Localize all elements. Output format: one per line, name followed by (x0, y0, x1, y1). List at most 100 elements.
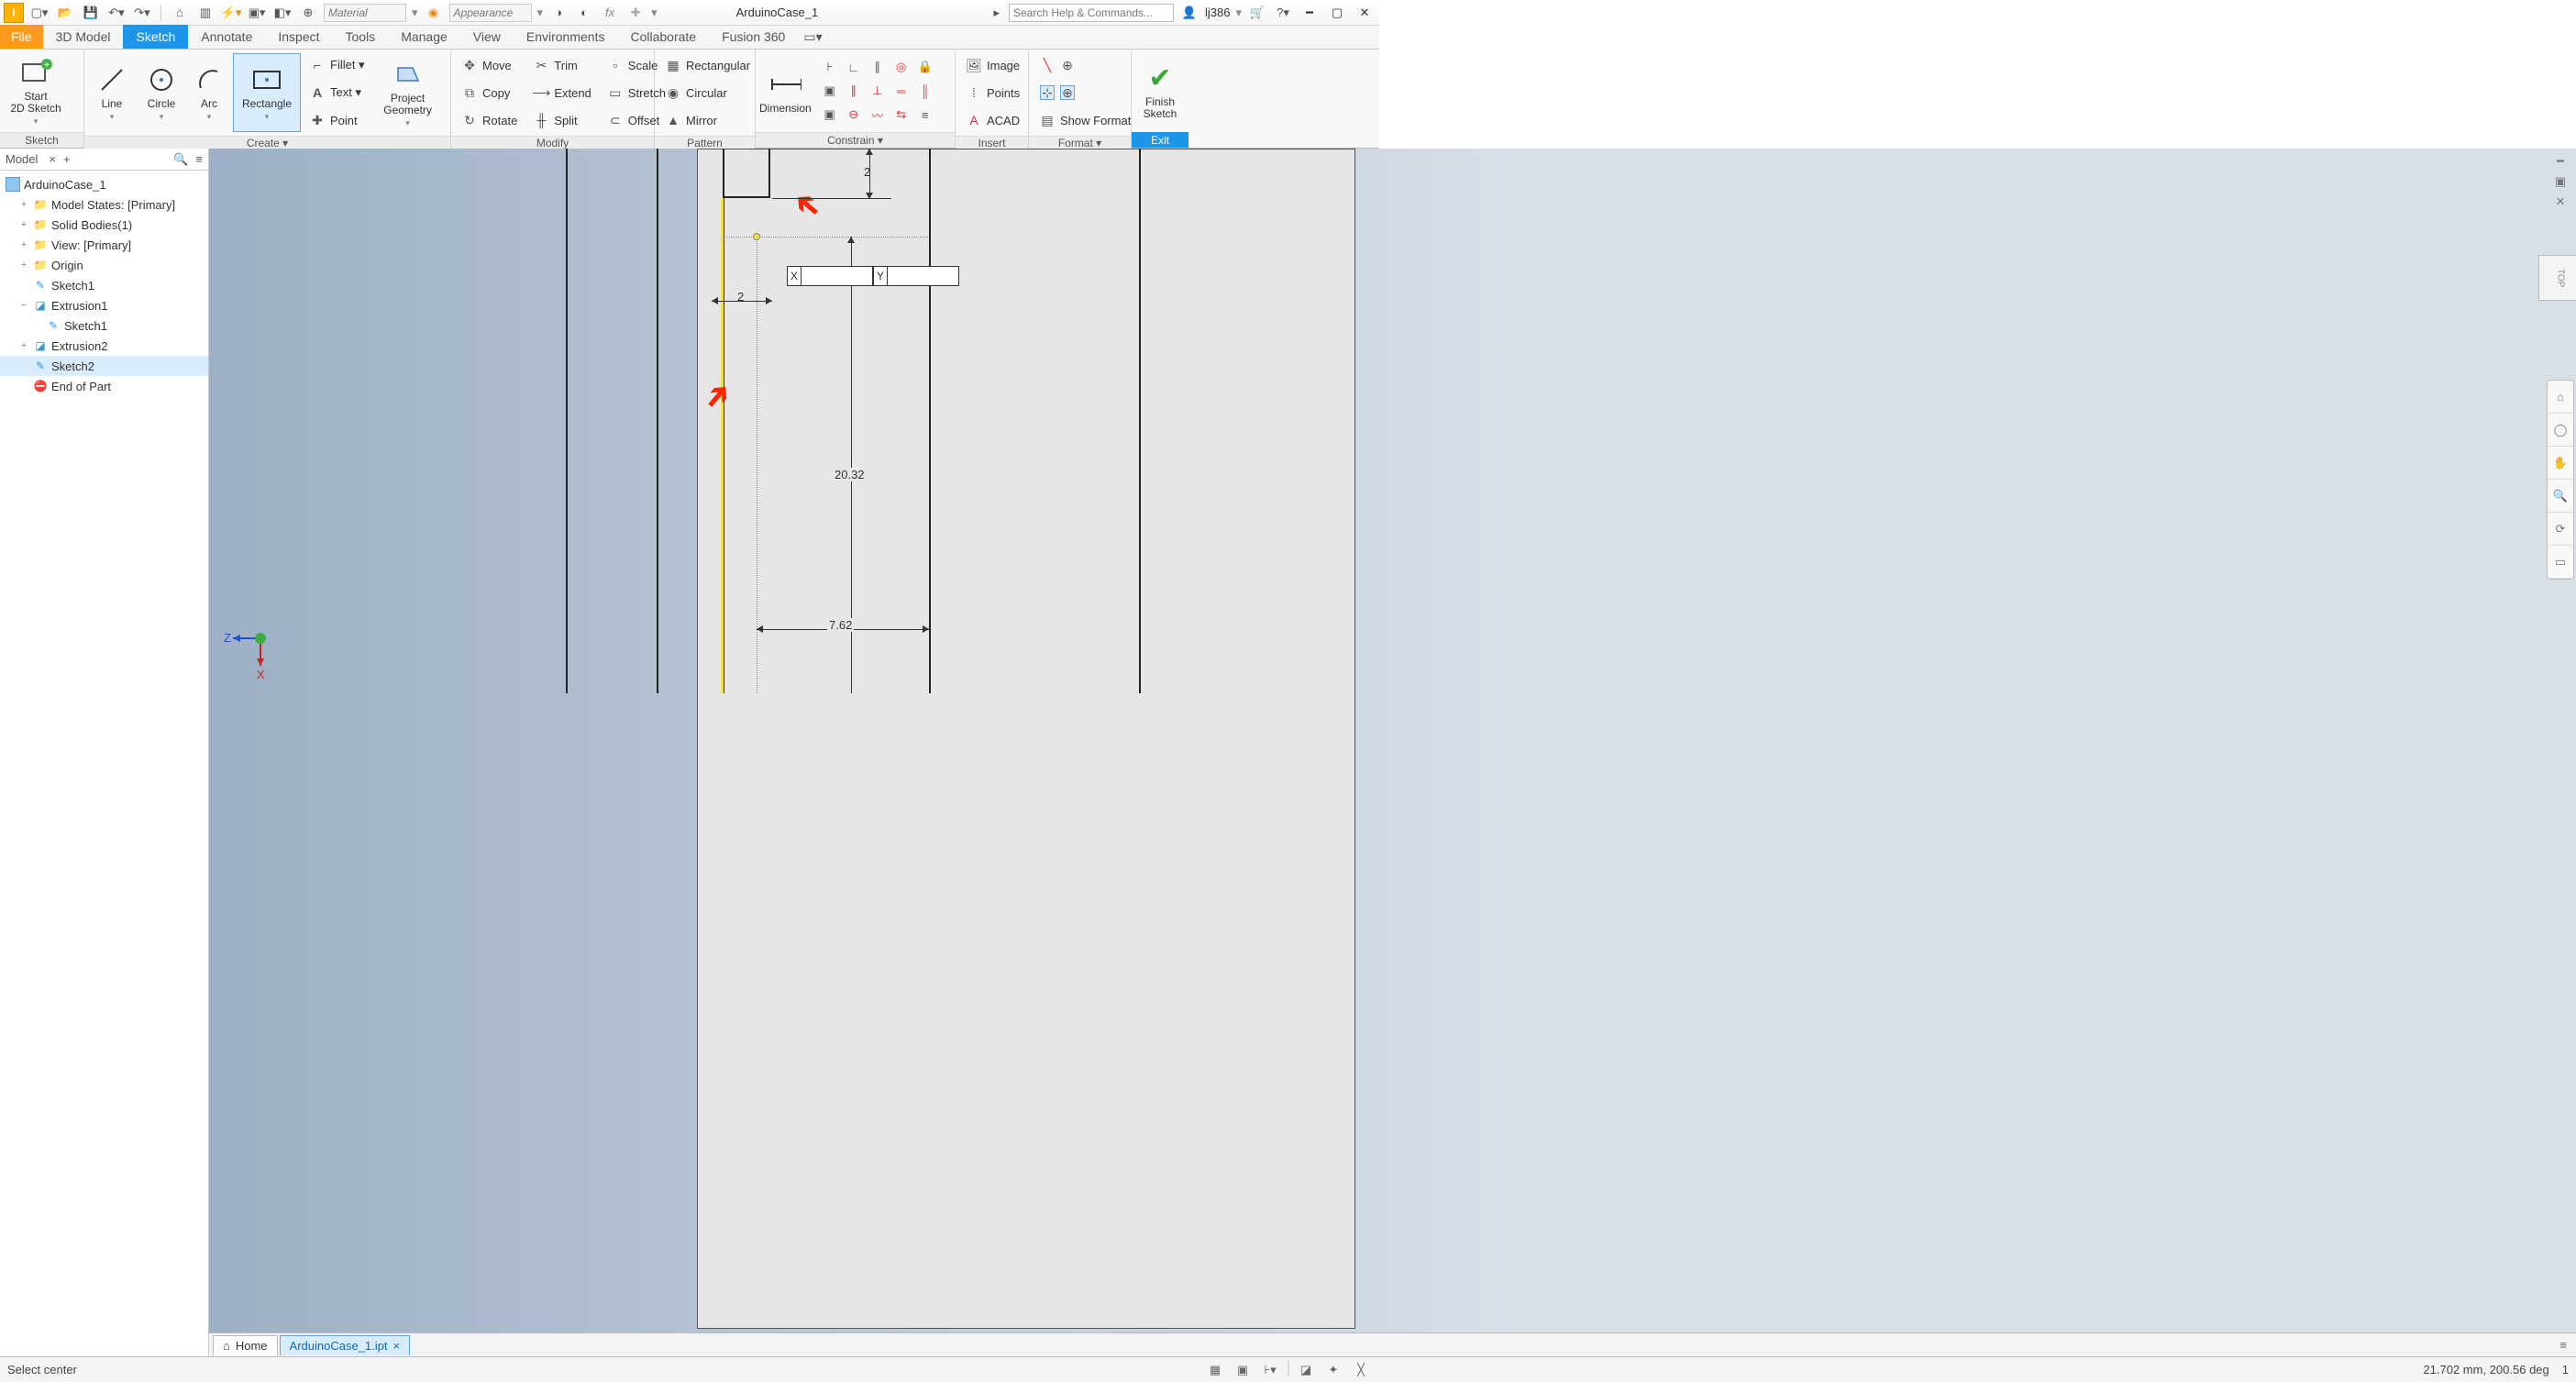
tree-toggle[interactable]: + (18, 199, 29, 210)
smooth-icon[interactable]: 〰 (867, 104, 889, 126)
view-cube[interactable]: TOP (2538, 255, 2576, 301)
start-2d-sketch-button[interactable]: + Start 2D Sketch ▾ (4, 51, 68, 130)
panel-title-create[interactable]: Create ▾ (84, 136, 450, 149)
nav-orbit-icon[interactable]: ◯ (2548, 414, 2573, 447)
nav-pan-icon[interactable]: ✋ (2548, 447, 2573, 480)
horizontal-icon[interactable]: ═ (890, 80, 912, 102)
nav-rotate-icon[interactable]: ⟳ (2548, 513, 2573, 546)
image-button[interactable]: 🖼Image (963, 53, 1023, 77)
appearance-clear-icon[interactable]: ◐ (574, 3, 594, 23)
dimension-width[interactable]: 7.62 (827, 618, 854, 632)
material-selector[interactable]: Material (324, 4, 406, 22)
qat-bolt[interactable]: ⚡▾ (221, 3, 241, 23)
tree-item[interactable]: +📁View: [Primary] (0, 235, 208, 255)
tab-fusion[interactable]: Fusion 360 (709, 25, 798, 49)
snap-grid-icon[interactable]: ▦ (1205, 1361, 1225, 1379)
rotate-button[interactable]: ↻Rotate (459, 108, 521, 132)
tree-toggle[interactable]: − (18, 300, 29, 311)
tree-root[interactable]: ArduinoCase_1 (0, 174, 208, 194)
help-icon[interactable]: ?▾ (1273, 3, 1293, 23)
tangent-icon[interactable]: ⊖ (843, 104, 865, 126)
tree-item[interactable]: ✎Sketch1 (0, 275, 208, 295)
collinear-icon[interactable]: ∥ (867, 56, 889, 78)
copy-button[interactable]: ⧉Copy (459, 81, 521, 105)
qat-undo[interactable]: ↶▾ (106, 3, 127, 23)
equal-icon[interactable]: ≡ (914, 104, 936, 126)
project-geometry-button[interactable]: Project Geometry▾ (374, 53, 442, 132)
circle-button[interactable]: Circle▾ (138, 53, 185, 132)
tree-item[interactable]: ✎Sketch2 (0, 356, 208, 376)
dimension-height[interactable]: 20.32 (833, 468, 867, 481)
x-input[interactable] (802, 266, 873, 286)
parallel-icon[interactable]: ∥ (843, 80, 865, 102)
format-toggle2[interactable]: ⊹⊕ (1036, 81, 1134, 105)
appearance-globe-icon[interactable]: ◉ (424, 3, 444, 23)
fix-icon[interactable]: 🔒 (914, 56, 936, 78)
browser-add-icon[interactable]: + (63, 152, 71, 166)
tree-toggle[interactable]: + (18, 340, 29, 351)
format-toggle1[interactable]: ╲⊕ (1036, 53, 1134, 77)
tab-tools[interactable]: Tools (333, 25, 389, 49)
point-button[interactable]: ✚Point (306, 108, 369, 132)
snap-point-icon[interactable]: ╳ (1351, 1361, 1371, 1379)
close-button[interactable]: ✕ (1354, 4, 1376, 22)
tree-item[interactable]: +◪Extrusion2 (0, 336, 208, 356)
extend-button[interactable]: ⟶Extend (530, 81, 594, 105)
browser-menu-icon[interactable]: ≡ (195, 152, 203, 166)
line-button[interactable]: Line▾ (88, 53, 136, 132)
dimension-button[interactable]: Dimension (759, 51, 812, 130)
snap-constraint-icon[interactable]: ▣ (1233, 1361, 1253, 1379)
show-all-dof-icon[interactable]: ✦ (1323, 1361, 1343, 1379)
text-button[interactable]: AText ▾ (306, 81, 369, 105)
nav-lookat-icon[interactable]: ▭ (2548, 546, 2573, 579)
tree-item[interactable]: +📁Solid Bodies(1) (0, 215, 208, 235)
trim-button[interactable]: ✂Trim (530, 53, 594, 77)
nav-zoom-icon[interactable]: 🔍 (2548, 480, 2573, 513)
rightnav-min-icon[interactable]: ━ (2551, 154, 2570, 169)
rect-pattern-button[interactable]: ▦Rectangular (662, 53, 754, 77)
acad-button[interactable]: AACAD (963, 108, 1023, 132)
tab-manage[interactable]: Manage (388, 25, 460, 49)
tree-toggle[interactable]: + (18, 260, 29, 271)
symmetric-icon[interactable]: ⇆ (890, 104, 912, 126)
maximize-button[interactable]: ▢ (1326, 4, 1348, 22)
qat-add[interactable]: ✚ (625, 3, 646, 23)
rightnav-close-icon[interactable]: ✕ (2551, 194, 2570, 209)
panel-title-constrain[interactable]: Constrain ▾ (756, 132, 955, 148)
qat-open[interactable]: 📂 (55, 3, 75, 23)
tab-sketch[interactable]: Sketch (123, 25, 188, 49)
tree-toggle[interactable]: + (18, 239, 29, 250)
qat-select[interactable]: ▣▾ (247, 3, 267, 23)
tab-3d-model[interactable]: 3D Model (43, 25, 124, 49)
search-input[interactable]: Search Help & Commands... (1009, 4, 1174, 22)
rectangle-button[interactable]: Rectangle▾ (233, 53, 301, 132)
qat-save[interactable]: 💾 (81, 3, 101, 23)
nav-home-icon[interactable]: ⌂ (2548, 381, 2573, 414)
qat-library[interactable]: ▥ (195, 3, 216, 23)
move-button[interactable]: ✥Move (459, 53, 521, 77)
coincident-icon[interactable]: ∟ (843, 56, 865, 78)
tree-item[interactable]: +📁Origin (0, 255, 208, 275)
finish-sketch-button[interactable]: ✔ Finish Sketch (1135, 51, 1185, 130)
qat-material-globe-icon[interactable]: ⊕ (298, 3, 318, 23)
cart-icon[interactable]: 🛒 (1247, 3, 1267, 23)
tree-item[interactable]: +📁Model States: [Primary] (0, 194, 208, 215)
qat-redo[interactable]: ↷▾ (132, 3, 152, 23)
y-input[interactable] (888, 266, 959, 286)
minimize-button[interactable]: ━ (1299, 4, 1321, 22)
tab-annotate[interactable]: Annotate (188, 25, 265, 49)
tree-item[interactable]: −◪Extrusion1 (0, 295, 208, 315)
qat-home[interactable]: ⌂ (170, 3, 190, 23)
canvas[interactable]: ➔ ➔ 2 2 20.32 7.62 X (209, 149, 2576, 1356)
dimension-left[interactable]: 2 (737, 290, 744, 304)
snap-dim-icon[interactable]: ⊦▾ (1260, 1361, 1280, 1379)
arc-button[interactable]: Arc▾ (187, 53, 231, 132)
show-constraints-icon[interactable]: ▣ (819, 80, 841, 102)
automatic-dim-icon[interactable]: ⊦ (819, 56, 841, 78)
tab-view[interactable]: View (460, 25, 514, 49)
tab-environments[interactable]: Environments (514, 25, 618, 49)
tab-close-icon[interactable]: × (393, 1339, 401, 1353)
show-format-button[interactable]: ▤Show Format (1036, 108, 1134, 132)
dimension-top[interactable]: 2 (864, 165, 870, 179)
concentric-icon[interactable]: ◎ (890, 56, 912, 78)
